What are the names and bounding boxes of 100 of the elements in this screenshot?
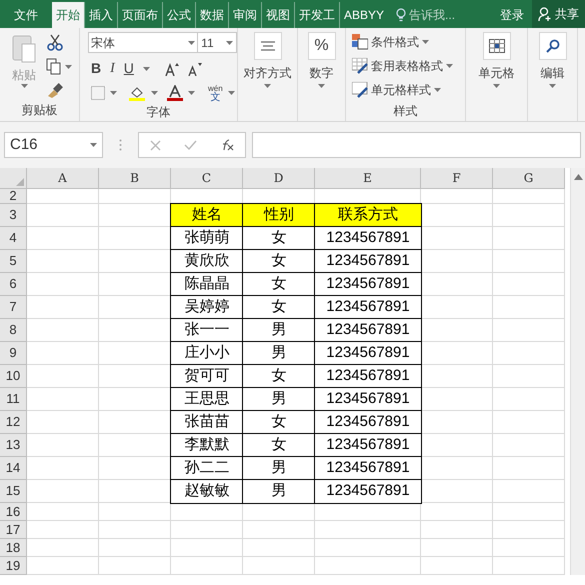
share-button[interactable]: 共享 xyxy=(532,0,585,28)
search-icon xyxy=(546,39,560,53)
formula-input-field[interactable] xyxy=(252,132,581,158)
empty-cell[interactable] xyxy=(243,539,315,557)
increase-font-size-icon xyxy=(164,62,179,76)
caret-icon xyxy=(264,84,271,88)
empty-cell[interactable] xyxy=(493,342,565,365)
empty-cell[interactable] xyxy=(493,319,565,342)
empty-cell[interactable] xyxy=(493,204,565,227)
empty-cell[interactable] xyxy=(243,503,315,521)
caret-icon xyxy=(65,65,72,69)
table-cell: 张萌萌 xyxy=(171,227,243,250)
empty-cell[interactable] xyxy=(315,503,421,521)
caret-icon xyxy=(226,40,233,44)
ribbon-tab[interactable]: 开始 xyxy=(52,2,84,28)
conditional-formatting-button[interactable]: 条件格式 xyxy=(352,32,465,52)
empty-cell[interactable] xyxy=(99,503,171,521)
caret-icon xyxy=(188,40,196,44)
empty-cell[interactable] xyxy=(315,539,421,557)
table-cell: 孙二二 xyxy=(171,457,243,480)
table-cell: 女 xyxy=(243,296,315,319)
ribbon-tab[interactable]: 文件 xyxy=(0,2,52,28)
table-cell: 王思思 xyxy=(171,388,243,411)
paintbrush-icon xyxy=(46,82,64,98)
caret-icon xyxy=(422,40,429,44)
empty-cell[interactable] xyxy=(493,388,565,411)
empty-cell[interactable] xyxy=(493,411,565,434)
column-header: A xyxy=(27,168,99,189)
underline-button[interactable]: U xyxy=(124,58,134,79)
header-cell: 姓名 xyxy=(171,204,243,227)
empty-cell[interactable] xyxy=(493,365,565,388)
bold-button[interactable]: B xyxy=(91,58,102,79)
row-number: 17 xyxy=(0,521,27,539)
empty-cell[interactable] xyxy=(493,539,565,557)
decrease-font-size-icon xyxy=(188,62,202,76)
empty-cell[interactable] xyxy=(421,557,493,575)
empty-cell[interactable] xyxy=(493,557,565,575)
empty-cell[interactable] xyxy=(171,521,243,539)
tell-me-field[interactable]: 告诉我... xyxy=(409,6,456,24)
empty-cell[interactable] xyxy=(99,521,171,539)
caret-icon xyxy=(20,84,28,88)
row-number: 12 xyxy=(0,411,27,434)
empty-cell[interactable] xyxy=(243,557,315,575)
vertical-scrollbar[interactable] xyxy=(570,168,585,575)
table-cell: 陈晶晶 xyxy=(171,273,243,296)
empty-cell[interactable] xyxy=(99,189,171,204)
row-number: 19 xyxy=(0,557,27,575)
row-number: 13 xyxy=(0,434,27,457)
empty-cell[interactable] xyxy=(421,539,493,557)
table-cell: 女 xyxy=(243,411,315,434)
caret-icon xyxy=(228,91,235,95)
empty-cell[interactable] xyxy=(493,521,565,539)
empty-cell[interactable] xyxy=(171,557,243,575)
empty-cell[interactable] xyxy=(493,434,565,457)
column-header: C xyxy=(171,168,243,189)
empty-cell[interactable] xyxy=(243,521,315,539)
empty-cell[interactable] xyxy=(493,480,565,503)
font-color-icon xyxy=(167,85,183,101)
empty-cell[interactable] xyxy=(171,503,243,521)
empty-cell[interactable] xyxy=(493,457,565,480)
name-box[interactable]: C16 xyxy=(4,132,103,158)
copy-icon xyxy=(46,58,62,76)
cells-button[interactable]: 单元格 xyxy=(478,32,514,99)
empty-cell[interactable] xyxy=(493,296,565,319)
empty-cell[interactable] xyxy=(421,503,493,521)
empty-cell[interactable] xyxy=(493,250,565,273)
font-size-dropdown[interactable]: 11 xyxy=(198,32,237,53)
number-format-button[interactable]: % 数字 xyxy=(308,32,336,99)
empty-cell[interactable] xyxy=(315,557,421,575)
empty-cell[interactable] xyxy=(493,227,565,250)
copy-button[interactable] xyxy=(46,58,72,76)
alignment-button[interactable]: 对齐方式 xyxy=(244,32,292,99)
cell-styles-button[interactable]: 单元格样式 xyxy=(352,80,465,100)
format-as-table-button[interactable]: 套用表格格式 xyxy=(352,56,465,76)
table-cell: 女 xyxy=(243,434,315,457)
phonetic-guide-button[interactable]: wén 文 xyxy=(208,84,223,102)
table-cell: 男 xyxy=(243,388,315,411)
empty-cell[interactable] xyxy=(99,557,171,575)
empty-cell[interactable] xyxy=(99,539,171,557)
empty-cell[interactable] xyxy=(315,521,421,539)
empty-cell[interactable] xyxy=(421,521,493,539)
sign-in-link[interactable]: 登录 xyxy=(500,2,524,28)
empty-cell[interactable] xyxy=(171,539,243,557)
empty-cell[interactable] xyxy=(493,189,565,204)
table-cell: 吴婷婷 xyxy=(171,296,243,319)
empty-cell[interactable] xyxy=(493,503,565,521)
group-label: 剪贴板 xyxy=(22,102,58,119)
empty-cell[interactable] xyxy=(421,189,493,204)
empty-cell[interactable] xyxy=(493,273,565,296)
font-name-dropdown[interactable]: 宋体 xyxy=(88,32,198,53)
table-cell: 女 xyxy=(243,250,315,273)
italic-button[interactable]: I xyxy=(110,58,115,79)
row-number: 9 xyxy=(0,342,27,365)
table-cell: 男 xyxy=(243,342,315,365)
scroll-up-icon[interactable] xyxy=(574,174,582,180)
row-number: 15 xyxy=(0,480,27,503)
group-label: 字体 xyxy=(146,104,170,120)
editing-button[interactable]: 编辑 xyxy=(538,32,566,99)
caret-icon xyxy=(318,84,325,88)
row-number: 7 xyxy=(0,296,27,319)
